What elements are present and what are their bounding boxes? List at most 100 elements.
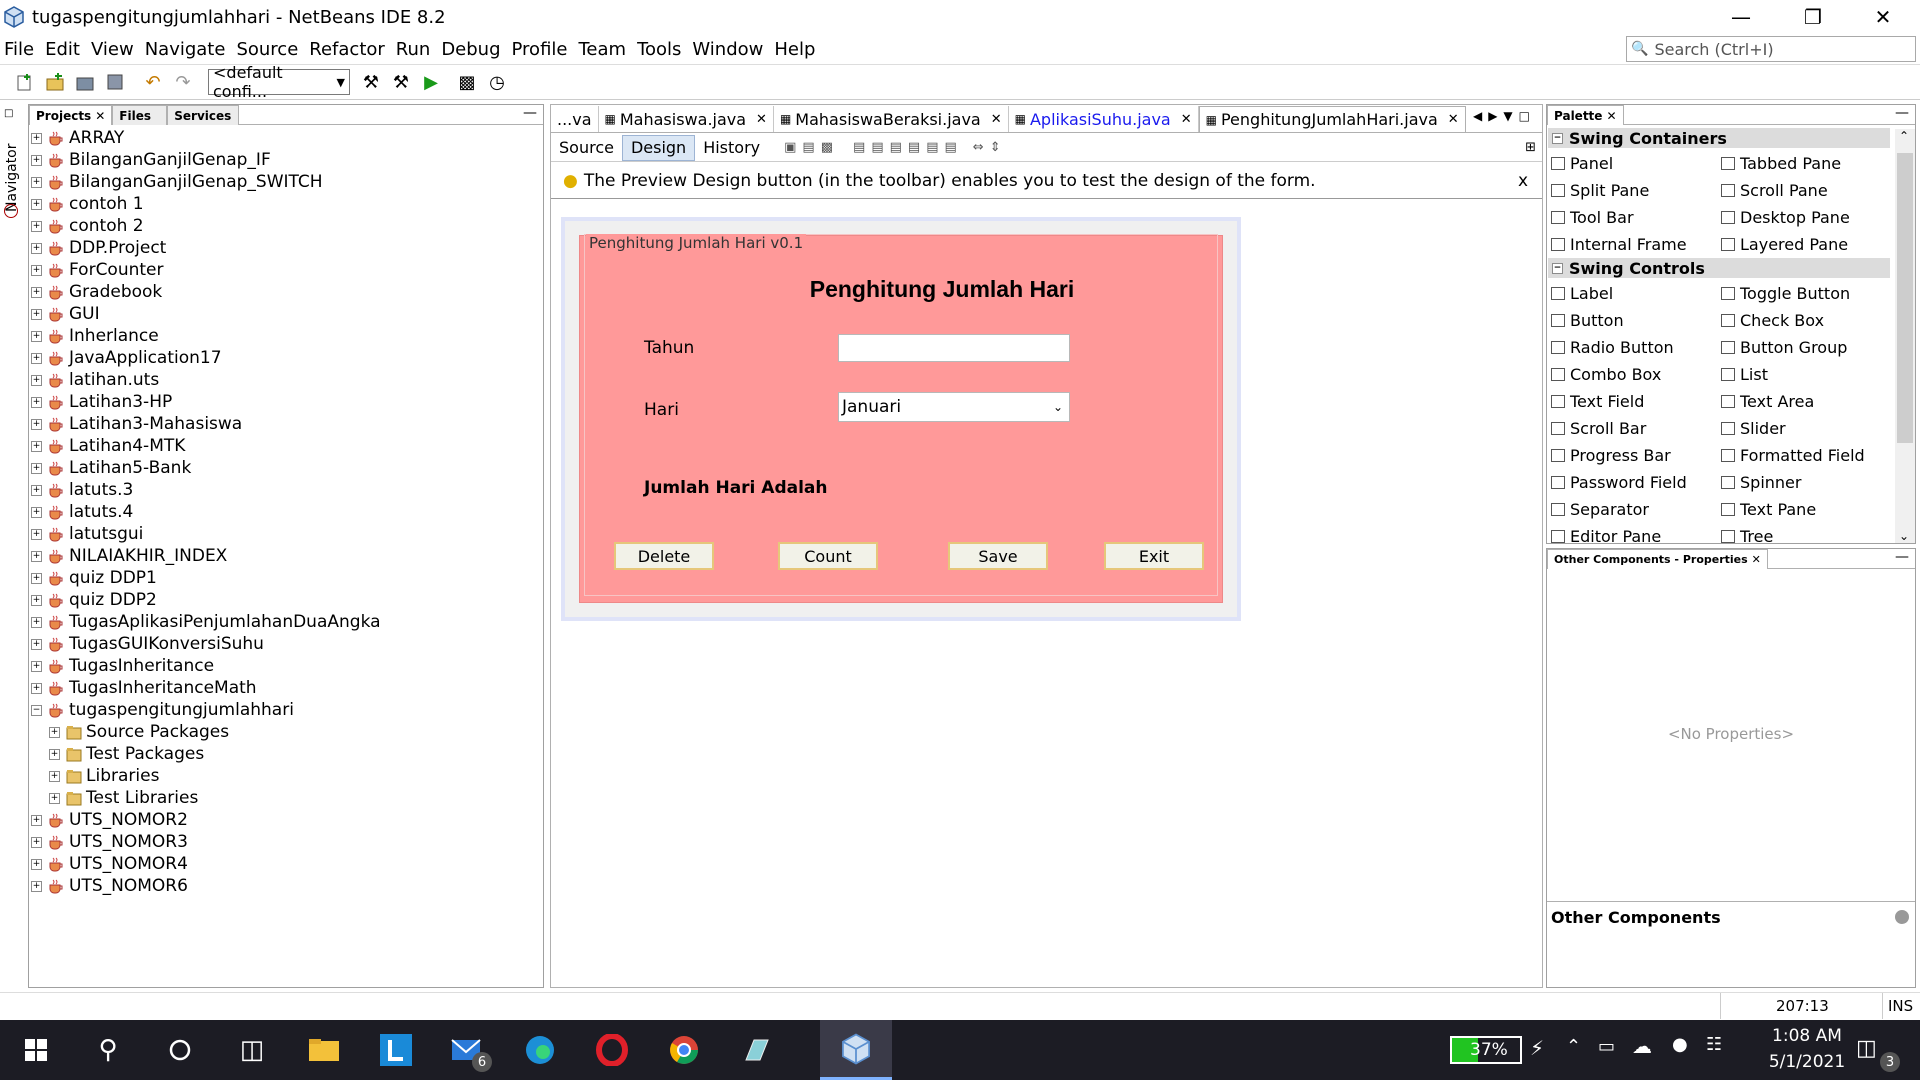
expand-icon[interactable]: + [31,242,42,254]
expand-icon[interactable]: + [31,594,42,606]
selection-mode-icon[interactable]: ▣ [784,140,796,155]
menu-run[interactable]: Run [396,39,431,60]
main-panel[interactable]: Penghitung Jumlah Hari v0.1 Penghitung J… [579,234,1223,603]
close-icon[interactable]: ✕ [1448,112,1459,127]
menu-edit[interactable]: Edit [45,39,80,60]
expand-icon[interactable]: + [31,836,42,848]
palette-item[interactable]: List [1721,363,1768,385]
battery-indicator[interactable]: 37% [1450,1036,1522,1064]
project-node[interactable]: + NILAIAKHIR_INDEX [31,545,227,567]
project-node[interactable]: + TugasInheritanceMath [31,677,257,699]
expand-icon[interactable]: + [49,748,60,760]
palette-category-header[interactable]: − Swing Controls [1548,258,1890,278]
palette-item[interactable]: Desktop Pane [1721,206,1850,228]
minimize-panel-icon[interactable]: — [1895,105,1909,121]
palette-item[interactable]: Combo Box [1551,363,1661,385]
navigator-strip[interactable]: □ Navigator [0,104,22,224]
close-icon[interactable]: ✕ [95,109,105,123]
project-node[interactable]: + Gradebook [31,281,162,303]
device-icon[interactable]: ▭ [1598,1036,1615,1057]
expand-icon[interactable]: + [31,132,42,144]
align-top-icon[interactable]: ▤ [908,140,920,155]
palette-item[interactable]: Scroll Bar [1551,417,1646,439]
undo-icon[interactable]: ↶ [140,69,166,95]
expand-icon[interactable]: + [31,550,42,562]
collapse-icon[interactable]: − [31,704,42,716]
expand-icon[interactable]: + [31,616,42,628]
l-app-icon[interactable] [360,1020,432,1080]
clean-build-icon[interactable]: ⚒ [388,69,414,95]
project-node[interactable]: + TugasGUIKonversiSuhu [31,633,264,655]
scroll-thumb[interactable] [1897,153,1913,443]
clock-time[interactable]: 1:08 AM [1752,1026,1862,1046]
wifi-icon[interactable]: ☷ [1706,1034,1722,1055]
project-node[interactable]: + UTS_NOMOR4 [31,853,188,875]
save-button[interactable]: Save [948,542,1048,570]
menu-profile[interactable]: Profile [512,39,568,60]
subtab-history[interactable]: History [695,135,768,161]
open-project-icon[interactable] [72,69,98,95]
navigator-tab[interactable]: Navigator [4,132,20,212]
subtab-design[interactable]: Design [621,134,696,161]
scroll-up-icon[interactable]: ⌃ [1899,129,1909,143]
expand-icon[interactable]: + [31,352,42,364]
expand-icon[interactable]: + [31,440,42,452]
menu-debug[interactable]: Debug [441,39,500,60]
debug-icon[interactable]: ▩ [454,69,480,95]
project-node[interactable]: + Latihan3-HP [31,391,172,413]
palette-item[interactable]: Spinner [1721,471,1801,493]
expand-icon[interactable]: + [31,374,42,386]
expand-icon[interactable]: + [31,660,42,672]
delete-button[interactable]: Delete [614,542,714,570]
project-node[interactable]: + Inherlance [31,325,159,347]
microphone-icon[interactable]: ● [1672,1034,1688,1055]
menu-window[interactable]: Window [692,39,763,60]
resize-horizontal-icon[interactable]: ⇔ [973,140,984,155]
file-explorer-icon[interactable] [288,1020,360,1080]
search-box[interactable]: 🔍 Search (Ctrl+I) [1626,36,1916,62]
palette-item[interactable]: Slider [1721,417,1786,439]
expand-icon[interactable]: + [31,462,42,474]
center-horizontal-icon[interactable]: ▤ [890,140,902,155]
palette-item[interactable]: Scroll Pane [1721,179,1828,201]
minimize-panel-icon[interactable]: — [523,105,537,121]
close-icon[interactable]: ✕ [991,112,1002,127]
project-node[interactable]: + BilanganGanjilGenap_SWITCH [31,171,323,193]
palette-scrollbar[interactable]: ⌃ ⌄ [1895,129,1915,543]
new-file-icon[interactable] [12,69,38,95]
mail-icon[interactable]: 6 [432,1020,504,1080]
resize-vertical-icon[interactable]: ⇕ [990,140,1001,155]
build-hammer-icon[interactable]: ⚒ [358,69,384,95]
expand-icon[interactable]: + [49,726,60,738]
palette-category-header[interactable]: − Swing Containers [1548,128,1890,148]
expand-icon[interactable]: + [49,792,60,804]
editor-tab-penghitungjumlahhari[interactable]: ▦ PenghitungJumlahHari.java ✕ [1198,106,1466,132]
project-node[interactable]: + UTS_NOMOR3 [31,831,188,853]
onedrive-cloud-icon[interactable]: ☁ [1632,1034,1652,1058]
minimize-button[interactable]: — [1706,0,1776,34]
chrome-icon[interactable] [648,1020,720,1080]
palette-item[interactable]: Progress Bar [1551,444,1671,466]
palette-item[interactable]: Toggle Button [1721,282,1850,304]
project-node[interactable]: + quiz DDP2 [31,589,157,611]
palette-item[interactable]: Formatted Field [1721,444,1865,466]
palette-item[interactable]: Text Area [1721,390,1814,412]
project-node[interactable]: + UTS_NOMOR2 [31,809,188,831]
project-node[interactable]: + quiz DDP1 [31,567,157,589]
tab-palette[interactable]: Palette ✕ [1547,105,1624,125]
align-right-icon[interactable]: ▤ [871,140,883,155]
notepad-app-icon[interactable] [720,1020,792,1080]
project-node[interactable]: + latihan.uts [31,369,159,391]
project-node[interactable]: + JavaApplication17 [31,347,222,369]
preview-design-icon[interactable]: ▩ [821,140,833,155]
expand-icon[interactable]: + [31,220,42,232]
clock-date[interactable]: 5/1/2021 [1752,1052,1862,1072]
count-button[interactable]: Count [778,542,878,570]
scroll-down-icon[interactable]: ⌄ [1899,529,1909,543]
project-subnode[interactable]: + Test Packages [49,743,204,765]
project-node[interactable]: + UTS_NOMOR6 [31,875,188,897]
project-subnode[interactable]: + Libraries [49,765,159,787]
configuration-select[interactable]: <default confi... ▼ [208,63,350,101]
palette-item[interactable]: Radio Button [1551,336,1674,358]
palette-item[interactable]: Separator [1551,498,1649,520]
